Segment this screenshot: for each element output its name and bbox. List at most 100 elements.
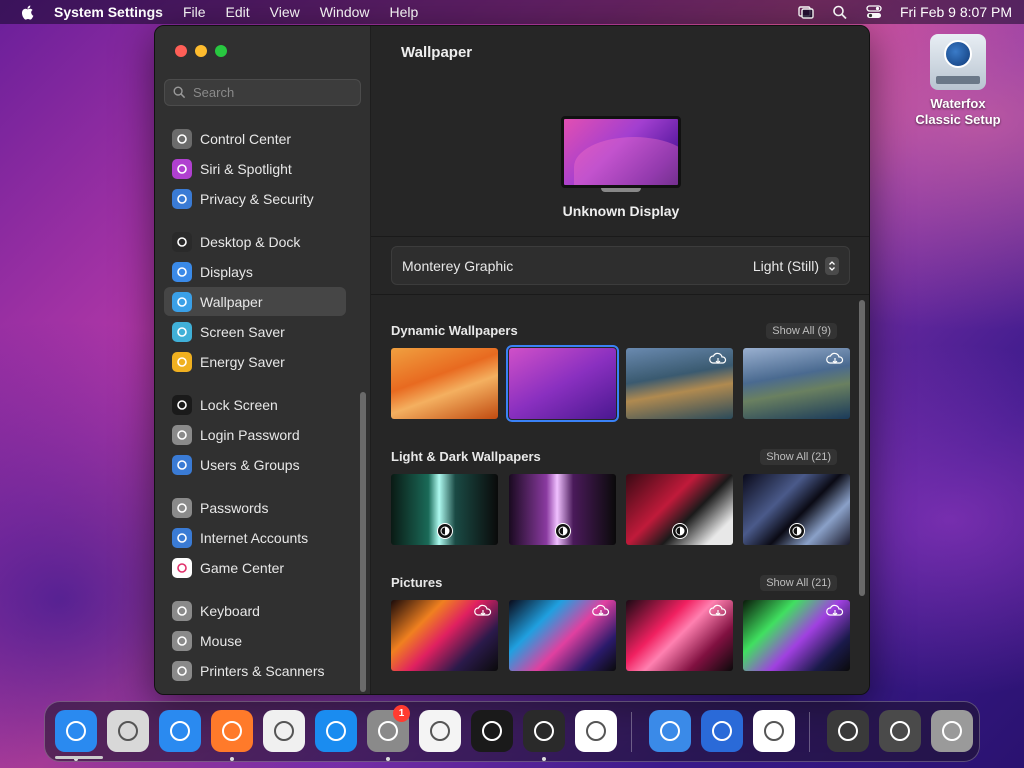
password-lock-icon bbox=[172, 424, 192, 445]
terminal-icon[interactable] bbox=[471, 710, 513, 752]
control-center-menu-icon[interactable] bbox=[866, 5, 882, 19]
sidebar-scrollbar[interactable] bbox=[360, 392, 366, 692]
sidebar-item-label: Mouse bbox=[200, 632, 243, 649]
zoom-button[interactable] bbox=[215, 45, 227, 57]
lock-icon bbox=[172, 394, 192, 415]
wallpaper-thumb[interactable] bbox=[626, 474, 733, 545]
wallpaper-thumb[interactable] bbox=[391, 348, 498, 419]
keyboard-icon bbox=[172, 600, 192, 621]
sidebar-item-users-groups[interactable]: Users & Groups bbox=[164, 450, 346, 479]
wallpaper-thumb[interactable] bbox=[626, 348, 733, 419]
waterfox-classic-icon[interactable] bbox=[701, 710, 743, 752]
divider bbox=[371, 236, 869, 237]
wallpaper-thumb[interactable] bbox=[391, 474, 498, 545]
wallpaper-thumb-selected[interactable] bbox=[506, 345, 619, 422]
finder-icon[interactable] bbox=[55, 710, 97, 752]
photos-icon[interactable] bbox=[753, 710, 795, 752]
sidebar-item-keyboard[interactable]: Keyboard bbox=[164, 596, 346, 625]
spotlight-search-icon[interactable] bbox=[832, 5, 848, 19]
sun-icon bbox=[172, 261, 192, 282]
sidebar-item-mouse[interactable]: Mouse bbox=[164, 626, 346, 655]
sidebar-item-screen-saver[interactable]: Screen Saver bbox=[164, 317, 346, 346]
downloads-stack-icon[interactable] bbox=[879, 710, 921, 752]
show-all-light-dark-button[interactable]: Show All (21) bbox=[760, 449, 837, 465]
dock-separator bbox=[631, 712, 632, 752]
menu-edit[interactable]: Edit bbox=[226, 4, 250, 20]
printer-icon bbox=[172, 660, 192, 681]
lightbulb-icon bbox=[172, 351, 192, 372]
recent-window-icon[interactable] bbox=[827, 710, 869, 752]
desktop-waterfox-setup[interactable]: Waterfox Classic Setup bbox=[906, 34, 1010, 128]
search-field[interactable] bbox=[164, 79, 361, 106]
trash-icon[interactable] bbox=[931, 710, 973, 752]
wallpaper-thumb[interactable] bbox=[743, 474, 850, 545]
section-title-pictures: Pictures bbox=[391, 575, 443, 590]
disk-image-icon bbox=[930, 34, 986, 90]
textedit-icon[interactable] bbox=[419, 710, 461, 752]
weather-icon[interactable] bbox=[649, 710, 691, 752]
search-input[interactable] bbox=[193, 85, 353, 100]
sidebar-item-label: Privacy & Security bbox=[200, 190, 314, 207]
safari-icon[interactable] bbox=[159, 710, 201, 752]
dock-separator bbox=[809, 712, 810, 752]
minimize-button[interactable] bbox=[195, 45, 207, 57]
sidebar-item-displays[interactable]: Displays bbox=[164, 257, 346, 286]
sidebar-item-label: Control Center bbox=[200, 130, 292, 147]
sidebar-item-label: Energy Saver bbox=[200, 353, 285, 370]
wallpaper-picker-row[interactable]: Monterey Graphic Light (Still) bbox=[391, 246, 850, 285]
sidebar-item-internet-accounts[interactable]: Internet Accounts bbox=[164, 523, 346, 552]
sidebar-item-desktop-dock[interactable]: Desktop & Dock bbox=[164, 227, 346, 256]
show-all-dynamic-button[interactable]: Show All (9) bbox=[766, 323, 837, 339]
globe-icon bbox=[944, 40, 972, 68]
flower-icon bbox=[172, 291, 192, 312]
vscode-icon[interactable] bbox=[575, 710, 617, 752]
launchpad-icon[interactable] bbox=[107, 710, 149, 752]
wallpaper-thumb[interactable] bbox=[391, 600, 498, 671]
wallpaper-thumb[interactable] bbox=[743, 348, 850, 419]
menu-window[interactable]: Window bbox=[320, 4, 370, 20]
siri-icon bbox=[172, 158, 192, 179]
firefox-icon[interactable] bbox=[211, 710, 253, 752]
wallpaper-thumb[interactable] bbox=[743, 600, 850, 671]
sidebar-item-passwords[interactable]: Passwords bbox=[164, 493, 346, 522]
close-button[interactable] bbox=[175, 45, 187, 57]
app-store-icon[interactable] bbox=[315, 710, 357, 752]
sidebar-item-siri-spotlight[interactable]: Siri & Spotlight bbox=[164, 154, 346, 183]
running-indicator bbox=[542, 757, 546, 761]
light-dark-icon bbox=[672, 523, 688, 539]
sidebar-item-game-center[interactable]: Game Center bbox=[164, 553, 346, 582]
garageband-icon[interactable] bbox=[523, 710, 565, 752]
menu-file[interactable]: File bbox=[183, 4, 206, 20]
sidebar-item-wallpaper[interactable]: Wallpaper bbox=[164, 287, 346, 316]
wallpaper-thumb[interactable] bbox=[509, 600, 616, 671]
sidebar-item-control-center[interactable]: Control Center bbox=[164, 124, 346, 153]
dock-selection-bar bbox=[55, 756, 103, 759]
cloud-download-icon bbox=[709, 604, 727, 616]
sidebar-item-printers-scanners[interactable]: Printers & Scanners bbox=[164, 656, 346, 685]
key-icon bbox=[172, 497, 192, 518]
gallery-scrollbar[interactable] bbox=[859, 300, 865, 596]
menu-bar: System Settings File Edit View Window He… bbox=[0, 0, 1024, 24]
cloud-download-icon bbox=[592, 604, 610, 616]
screen-mirroring-icon[interactable] bbox=[798, 5, 814, 19]
menu-help[interactable]: Help bbox=[390, 4, 419, 20]
appearance-popup[interactable]: Light (Still) bbox=[753, 256, 839, 275]
popup-chevrons-icon[interactable] bbox=[825, 256, 839, 275]
sidebar-item-lock-screen[interactable]: Lock Screen bbox=[164, 390, 346, 419]
display-name: Unknown Display bbox=[562, 203, 680, 219]
show-all-pictures-button[interactable]: Show All (21) bbox=[760, 575, 837, 591]
sidebar-item-privacy-security[interactable]: Privacy & Security bbox=[164, 184, 346, 213]
running-indicator bbox=[386, 757, 390, 761]
sidebar-item-login-password[interactable]: Login Password bbox=[164, 420, 346, 449]
menu-clock[interactable]: Fri Feb 9 8:07 PM bbox=[900, 4, 1012, 20]
menu-view[interactable]: View bbox=[270, 4, 300, 20]
cloud-download-icon bbox=[709, 352, 727, 364]
chrome-icon[interactable] bbox=[263, 710, 305, 752]
wallpaper-thumb[interactable] bbox=[509, 474, 616, 545]
sidebar-item-energy-saver[interactable]: Energy Saver bbox=[164, 347, 346, 376]
apple-menu-icon[interactable] bbox=[20, 4, 36, 20]
menu-app-name[interactable]: System Settings bbox=[54, 4, 163, 20]
wallpaper-thumb[interactable] bbox=[626, 600, 733, 671]
screen-saver-icon bbox=[172, 321, 192, 342]
dock-icon bbox=[172, 231, 192, 252]
